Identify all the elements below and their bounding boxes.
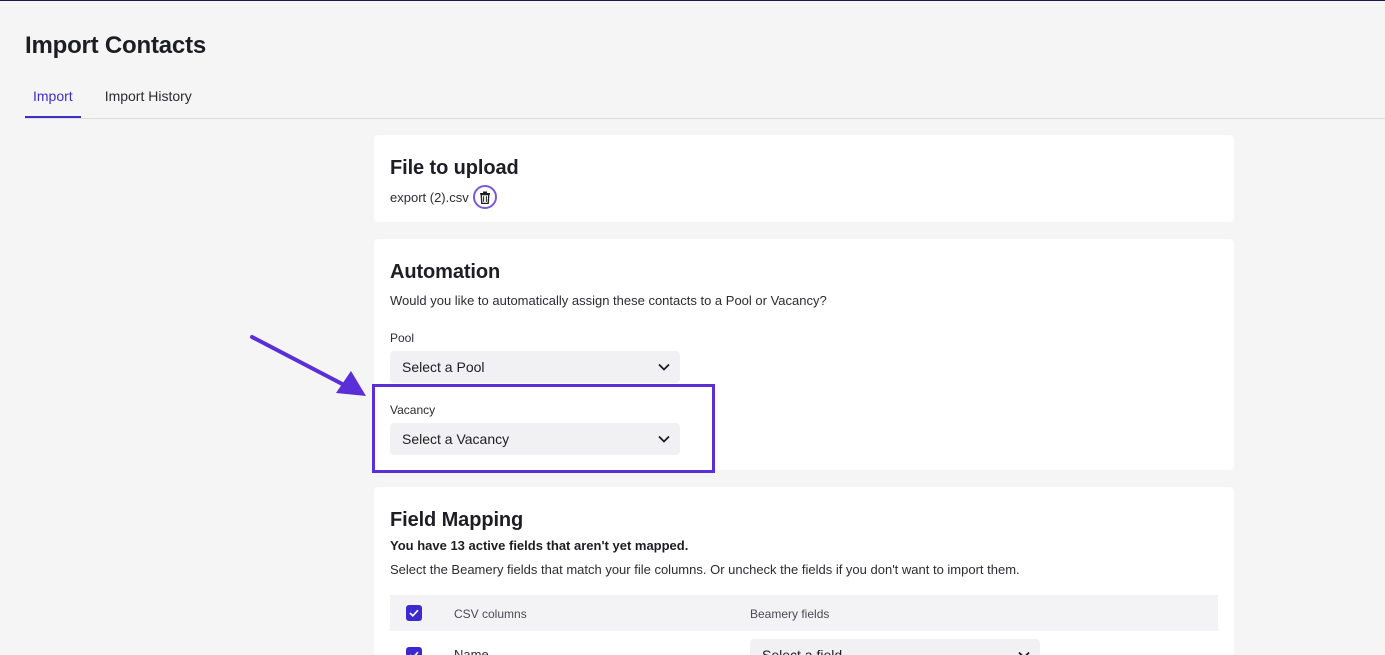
- page-title: Import Contacts: [25, 32, 207, 59]
- mapping-summary: You have 13 active fields that aren't ye…: [390, 538, 689, 553]
- csv-columns-header: CSV columns: [454, 607, 527, 621]
- checkmark-icon: [410, 651, 419, 655]
- automation-description: Would you like to automatically assign t…: [390, 293, 827, 308]
- file-row: export (2).csv: [390, 185, 497, 209]
- chevron-down-icon: [658, 363, 670, 371]
- checkmark-icon: [409, 609, 419, 617]
- mapping-table-header: CSV columns Beamery fields: [390, 595, 1218, 631]
- row-checkbox[interactable]: [406, 647, 422, 655]
- delete-file-button[interactable]: [472, 185, 497, 209]
- tab-bar: Import Import History: [25, 85, 1385, 119]
- pool-select-value: Select a Pool: [402, 359, 485, 375]
- tab-import[interactable]: Import: [25, 85, 81, 118]
- vacancy-highlight-box: [372, 384, 715, 473]
- field-mapping-card: Field Mapping You have 13 active fields …: [374, 487, 1234, 655]
- pool-label: Pool: [390, 331, 415, 345]
- file-upload-card: File to upload export (2).csv: [374, 135, 1234, 222]
- automation-title: Automation: [390, 261, 501, 283]
- mapping-description: Select the Beamery fields that match you…: [390, 562, 1020, 577]
- trash-icon: [479, 191, 490, 204]
- annotation-arrow-icon: [250, 335, 366, 396]
- csv-column-name: Name: [454, 647, 489, 655]
- pool-select[interactable]: Select a Pool: [390, 351, 680, 383]
- beamery-field-select[interactable]: Select a field: [750, 639, 1040, 655]
- beamery-field-select-value: Select a field: [762, 647, 843, 655]
- tab-import-history[interactable]: Import History: [97, 85, 200, 118]
- file-name: export (2).csv: [390, 189, 469, 205]
- beamery-fields-header: Beamery fields: [750, 607, 830, 621]
- select-all-checkbox[interactable]: [406, 605, 422, 621]
- field-mapping-title: Field Mapping: [390, 509, 524, 531]
- chevron-down-icon: [1018, 651, 1030, 655]
- file-upload-title: File to upload: [390, 157, 519, 179]
